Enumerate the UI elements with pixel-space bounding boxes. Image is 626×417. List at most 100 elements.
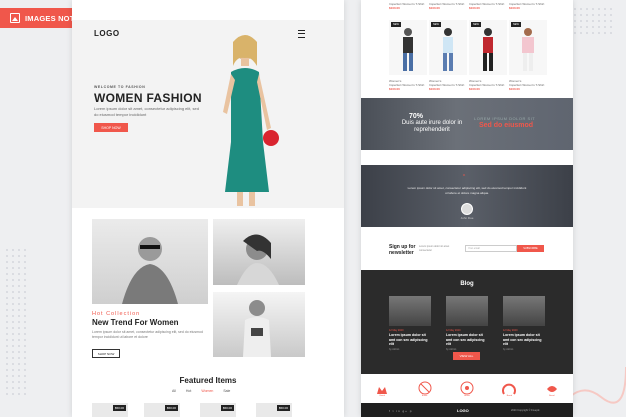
newsletter-title: Sign up for newsletter bbox=[389, 244, 415, 256]
product-info: Imperfect Women's T-Shirt $100.00 bbox=[429, 2, 464, 10]
shop-now-button[interactable]: SHOP NOW bbox=[94, 123, 128, 132]
featured-card[interactable]: $50.00 bbox=[256, 403, 292, 417]
brand-logos: Brand Brand Brand Brand Brand bbox=[361, 376, 573, 400]
hero-model-image bbox=[223, 35, 279, 206]
social-icons[interactable]: f t in g+ p bbox=[389, 409, 412, 413]
newsletter-description: Lorem ipsum dolor sit amet consectetur bbox=[419, 245, 450, 252]
blog-image bbox=[446, 296, 488, 326]
product-info: Imperfect Women's T-Shirt $100.00 bbox=[469, 2, 504, 10]
price-tag: $50.00 bbox=[220, 405, 234, 411]
price-tag: $50.00 bbox=[164, 405, 178, 411]
blog-author: by Admin bbox=[503, 347, 514, 351]
subscribe-button[interactable]: SUBSCRIBE bbox=[517, 245, 544, 252]
decor-dots-top bbox=[566, 6, 616, 36]
blog-date: 12 May 2020 bbox=[503, 329, 518, 332]
product-card[interactable]: NEW bbox=[389, 20, 427, 75]
product-info: Women's Imperfect Women's T-Shirt $100.00 bbox=[429, 79, 464, 91]
promo-eyebrow: LOREM IPSUM DOLOR SIT bbox=[474, 116, 536, 121]
footer: f t in g+ p LOGO 2020 Copyright © Freepi… bbox=[361, 403, 573, 417]
collection-photo-1 bbox=[92, 219, 208, 304]
decor-dots-left bbox=[4, 247, 28, 397]
quote-icon: “ bbox=[463, 174, 466, 181]
blog-headline: Lorem ipsum dolor sit amt con sec adipis… bbox=[389, 333, 428, 346]
collection-eyebrow: Hot Collection bbox=[92, 311, 141, 317]
promo-percent: 70% bbox=[409, 113, 424, 120]
new-badge: NEW bbox=[391, 22, 401, 27]
copyright: 2020 Copyright © Freepik bbox=[511, 409, 540, 412]
product-price: $100.00 bbox=[389, 87, 400, 91]
blog-headline: Lorem ipsum dolor sit amt con sec adipis… bbox=[503, 333, 542, 346]
blog-image bbox=[389, 296, 431, 326]
footer-logo[interactable]: LOGO bbox=[457, 408, 469, 413]
product-price: $100.00 bbox=[469, 6, 480, 10]
brand-name: Brand bbox=[464, 395, 470, 397]
mockup-page-left: LOGO WELCOME TO FASHION WOMEN FASHION Lo… bbox=[72, 0, 344, 417]
blog-section: Blog 12 May 2020 Lorem ipsum dolor sit a… bbox=[361, 270, 573, 374]
brand-name: Brand bbox=[379, 395, 385, 397]
brand-name: Brand bbox=[421, 395, 428, 397]
brand-logo: Brand bbox=[373, 379, 391, 397]
new-badge: NEW bbox=[511, 22, 521, 27]
hero-section: LOGO WELCOME TO FASHION WOMEN FASHION Lo… bbox=[72, 20, 344, 208]
brand-logo: Brand bbox=[458, 379, 476, 397]
product-price: $100.00 bbox=[429, 6, 440, 10]
blog-date: 12 May 2020 bbox=[446, 329, 461, 332]
new-badge: NEW bbox=[431, 22, 441, 27]
blog-post[interactable]: 12 May 2020 Lorem ipsum dolor sit amt co… bbox=[446, 296, 488, 351]
tab-women[interactable]: Women bbox=[201, 389, 213, 393]
logo[interactable]: LOGO bbox=[94, 29, 120, 38]
collection-photo-3 bbox=[213, 292, 305, 357]
blog-title: Blog bbox=[460, 281, 474, 287]
testimonial-section: “ Lorem ipsum dolor sit amet, consectetu… bbox=[361, 165, 573, 227]
product-card[interactable]: NEW bbox=[469, 20, 507, 75]
hamburger-menu-icon[interactable] bbox=[298, 30, 305, 38]
view-all-button[interactable]: VIEW ALL bbox=[453, 352, 480, 360]
promo-line: Duis aute irure dolor in reprehenderit bbox=[401, 120, 463, 133]
hero-title: WOMEN FASHION bbox=[94, 91, 202, 105]
brand-logo: Brand bbox=[500, 379, 518, 397]
price-tag: $50.00 bbox=[112, 405, 126, 411]
featured-card[interactable]: $50.00 bbox=[200, 403, 236, 417]
product-card[interactable]: NEW bbox=[509, 20, 547, 75]
promo-headline: Sed do eiusmod bbox=[479, 122, 534, 129]
product-price: $100.00 bbox=[469, 87, 480, 91]
blog-date: 12 May 2020 bbox=[389, 329, 404, 332]
collection-photo-2 bbox=[213, 219, 305, 285]
brand-logo: Brand bbox=[416, 379, 434, 397]
tab-sale[interactable]: Sale bbox=[223, 389, 230, 393]
tab-all[interactable]: All bbox=[172, 389, 176, 393]
featured-title: Featured Items bbox=[179, 376, 237, 385]
product-price: $100.00 bbox=[389, 6, 400, 10]
blog-post[interactable]: 12 May 2020 Lorem ipsum dolor sit amt co… bbox=[503, 296, 545, 351]
brand-logo: Brand bbox=[543, 379, 561, 397]
product-info: Women's Imperfect Women's T-Shirt $100.00 bbox=[469, 79, 504, 91]
product-price: $100.00 bbox=[509, 87, 520, 91]
brand-name: Brand bbox=[506, 395, 513, 397]
blog-post[interactable]: 12 May 2020 Lorem ipsum dolor sit amt co… bbox=[389, 296, 431, 351]
collection-title: New Trend For Women bbox=[92, 318, 179, 327]
testimonial-author: John Doe bbox=[460, 216, 474, 220]
blog-author: by Admin bbox=[389, 347, 400, 351]
email-input[interactable]: Your email bbox=[465, 245, 517, 252]
avatar bbox=[461, 203, 473, 215]
promo-banner[interactable]: 70% Duis aute irure dolor in reprehender… bbox=[361, 98, 573, 150]
product-info: Women's Imperfect Women's T-Shirt $100.00 bbox=[509, 79, 544, 91]
product-info: Imperfect Women's T-Shirt $100.00 bbox=[389, 2, 424, 10]
product-price: $100.00 bbox=[429, 87, 440, 91]
product-info: Women's Imperfect Women's T-Shirt $100.00 bbox=[389, 79, 424, 91]
product-info: Imperfect Women's T-Shirt $100.00 bbox=[509, 2, 544, 10]
collection-shop-button[interactable]: SHOP NOW bbox=[92, 349, 120, 358]
product-card[interactable]: NEW bbox=[429, 20, 467, 75]
new-badge: NEW bbox=[471, 22, 481, 27]
tab-hot[interactable]: Hot bbox=[186, 389, 191, 393]
featured-card[interactable]: $50.00 bbox=[144, 403, 180, 417]
image-icon bbox=[10, 13, 20, 23]
blog-headline: Lorem ipsum dolor sit amt con sec adipis… bbox=[446, 333, 485, 346]
collection-description: Lorem ipsum dolor sit amet, consectetur … bbox=[92, 330, 203, 339]
featured-card[interactable]: $50.00 bbox=[92, 403, 128, 417]
blog-image bbox=[503, 296, 545, 326]
brand-name: Brand bbox=[549, 395, 555, 397]
newsletter-title-line-2: newsletter bbox=[389, 250, 414, 256]
blog-author: by Admin bbox=[446, 347, 457, 351]
mockup-page-right: Imperfect Women's T-Shirt $100.00 Imperfe… bbox=[361, 0, 573, 417]
